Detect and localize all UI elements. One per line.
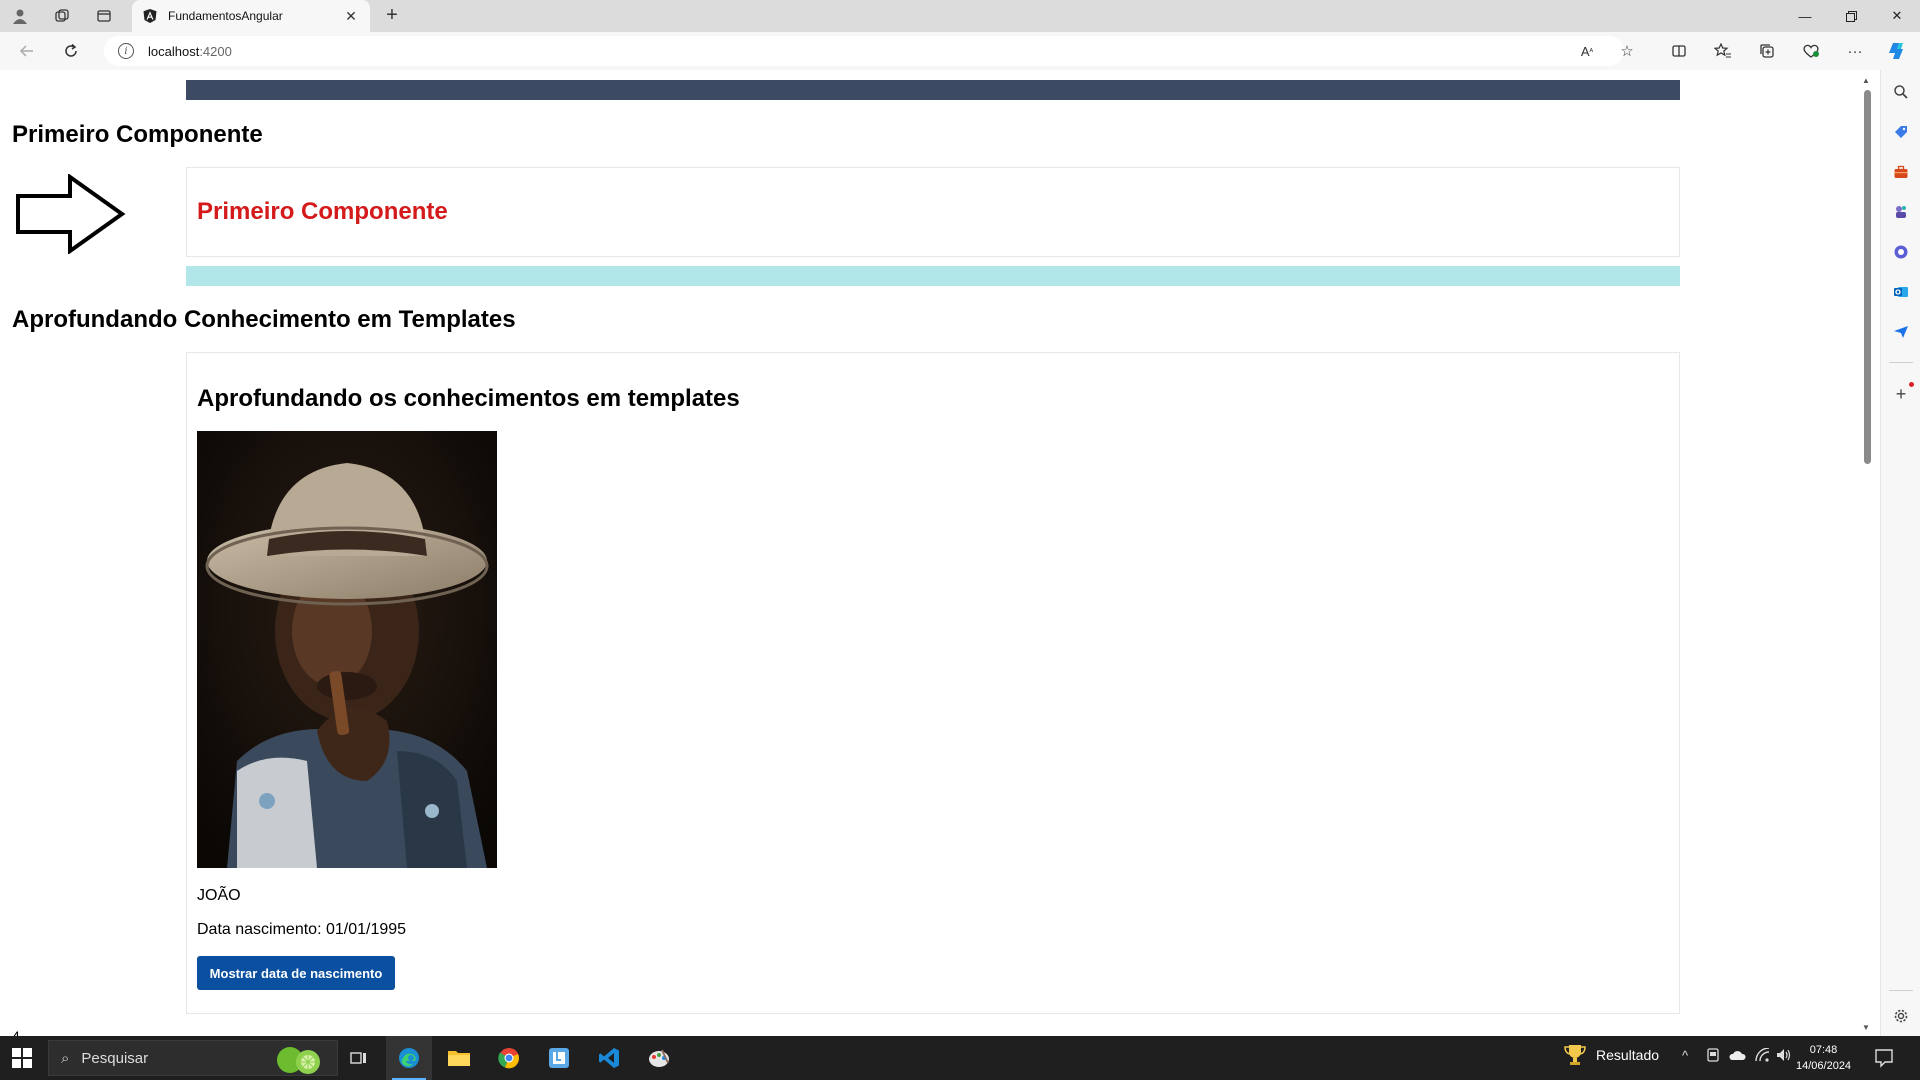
scroll-thumb[interactable] [1864,90,1871,464]
person-name: JOÃO [197,887,241,904]
primeiro-componente-card: Primeiro Componente [186,167,1680,257]
send-icon[interactable] [1891,322,1911,342]
task-view-icon[interactable] [336,1036,382,1080]
sidebar-settings-gear-icon[interactable] [1891,1006,1911,1026]
favorite-star-icon[interactable]: ☆ [1614,39,1640,63]
tray-overflow-icon[interactable]: ^ [1682,1048,1688,1063]
windows-taskbar: ⌕ Pesquisar Resultado ^ 07:48 14/06/2024 [0,1036,1920,1080]
primeiro-componente-title: Primeiro Componente [197,198,448,225]
tab-fundamentos-angular[interactable]: FundamentosAngular ✕ [132,0,370,32]
taskbar-file-explorer-icon[interactable] [436,1036,482,1080]
new-tab-button[interactable]: + [380,4,404,28]
scroll-down-arrow-icon[interactable]: ▼ [1862,1023,1870,1032]
close-window-button[interactable]: ✕ [1874,0,1920,32]
site-info-icon[interactable]: i [118,43,134,59]
tab-title: FundamentosAngular [168,9,283,23]
birth-date-text: Data nascimento: 01/01/1995 [197,921,407,938]
svg-text:O: O [1895,289,1901,297]
volume-icon[interactable] [1776,1048,1792,1065]
taskbar-app-icon[interactable] [536,1036,582,1080]
workspaces-icon[interactable] [50,4,74,28]
tools-briefcase-icon[interactable] [1891,162,1911,182]
minimize-button[interactable]: — [1782,0,1828,32]
collections-icon[interactable] [1754,39,1780,63]
outlook-icon[interactable]: O [1891,282,1911,302]
onedrive-cloud-icon[interactable] [1728,1048,1746,1065]
vertical-tabs-icon[interactable] [92,4,116,28]
taskbar-edge-icon[interactable] [386,1036,432,1080]
games-icon[interactable] [1891,202,1911,222]
browser-essentials-icon[interactable] [1798,39,1824,63]
clock-date: 14/06/2024 [1796,1060,1852,1072]
tray-device-icon[interactable] [1706,1048,1720,1065]
separator-bar [186,266,1680,286]
back-button[interactable] [14,39,40,63]
read-aloud-icon[interactable]: Aᴬ [1574,39,1600,63]
settings-more-icon[interactable]: ··· [1842,39,1868,63]
notifications-icon[interactable] [1874,1048,1894,1068]
taskbar-paint-icon[interactable] [636,1036,682,1080]
section-heading-primeiro-componente: Primeiro Componente [12,121,263,148]
restore-button[interactable] [1828,0,1874,32]
microsoft-365-icon[interactable] [1891,242,1911,262]
sidebar-separator [1889,362,1913,363]
page-content: Primeiro Componente Primeiro Componente … [4,70,1860,1036]
notification-dot [1909,382,1914,387]
edge-sidebar: O + [1880,70,1920,1036]
split-screen-icon[interactable] [1666,39,1692,63]
url-text: localhost:4200 [148,43,232,59]
weather-widget[interactable]: Resultado [1562,1042,1659,1068]
search-magnifier-icon: ⌕ [61,1049,70,1067]
profile-icon[interactable] [8,4,32,28]
taskbar-chrome-icon[interactable] [486,1036,532,1080]
taskbar-vscode-icon[interactable] [586,1036,632,1080]
search-icon[interactable] [1891,82,1911,102]
cut-off-text: 4 [12,1028,20,1036]
clock-time: 07:48 [1809,1044,1838,1056]
templates-card: Aprofundando os conhecimentos em templat… [186,352,1680,1014]
trophy-icon [1564,1045,1586,1065]
search-highlight-lime-icon [277,1047,320,1074]
scroll-up-arrow-icon[interactable]: ▲ [1862,76,1870,85]
address-toolbar: i localhost:4200 Aᴬ ☆ ··· [0,32,1920,70]
refresh-button[interactable] [58,39,84,63]
wifi-icon[interactable] [1754,1047,1770,1065]
search-placeholder: Pesquisar [81,1049,149,1067]
system-clock[interactable]: 07:48 14/06/2024 [1796,1042,1851,1074]
favorites-icon[interactable] [1710,39,1736,63]
section-heading-templates: Aprofundando Conhecimento em Templates [12,306,516,333]
angular-favicon-icon [143,9,157,23]
header-bar [186,80,1680,100]
address-bar[interactable]: i localhost:4200 [104,36,1624,66]
windows-start-icon[interactable] [12,1048,32,1068]
add-sidebar-app-icon[interactable]: + [1891,384,1911,404]
tab-close-icon[interactable]: ✕ [342,8,360,25]
show-birth-date-button[interactable]: Mostrar data de nascimento [197,956,395,990]
browser-tab-bar: FundamentosAngular ✕ + — ✕ [0,0,1920,32]
templates-card-title: Aprofundando os conhecimentos em templat… [197,385,740,412]
person-photo [197,431,497,868]
sidebar-separator-bottom [1889,990,1913,991]
right-arrow-icon [16,174,126,254]
weather-label: Resultado [1596,1047,1660,1063]
page-scrollbar[interactable]: ▲ ▼ [1860,76,1874,1032]
copilot-icon[interactable] [1884,39,1910,63]
shopping-tag-icon[interactable] [1891,122,1911,142]
